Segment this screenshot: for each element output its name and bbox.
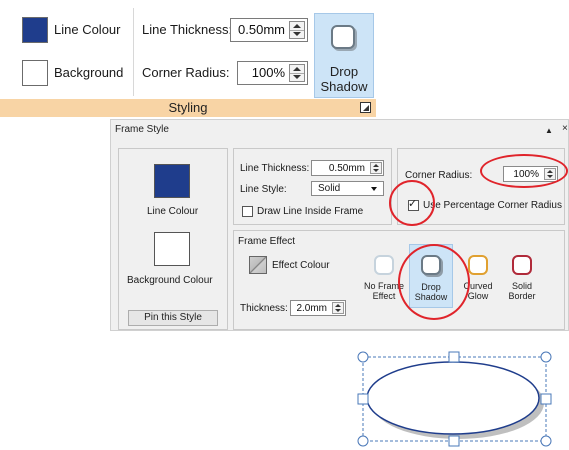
line-settings-group: Line Thickness: 0.50mm Line Style: Solid… <box>233 148 392 225</box>
solid-border-label-2: Border <box>508 291 536 301</box>
corner-radius-highlight-circle <box>480 154 568 188</box>
styling-group-bar: Styling <box>0 99 376 117</box>
draw-inside-checkbox[interactable] <box>242 206 253 217</box>
handle-top[interactable] <box>448 351 460 363</box>
chevron-down-icon[interactable] <box>371 187 377 191</box>
line-colour-label: Line Colour <box>147 206 199 217</box>
handle-top-left[interactable] <box>357 351 369 363</box>
line-thickness-spin-buttons[interactable] <box>289 21 305 39</box>
line-thickness-value: 0.50mm <box>238 22 285 37</box>
solid-border-label-1: Solid <box>511 281 532 291</box>
frame-effect-label: Frame Effect <box>238 236 296 247</box>
handle-bottom-left[interactable] <box>357 435 369 447</box>
thickness-label: Thickness: <box>240 303 288 314</box>
spin-up-icon[interactable] <box>293 24 301 28</box>
colour-group: Line Colour Background Colour Pin this S… <box>118 148 228 330</box>
frame-style-panel: Frame Style ▲ × Line Colour Background C… <box>110 119 569 331</box>
drop-shadow-button[interactable]: Drop Shadow <box>314 13 374 98</box>
handle-bottom[interactable] <box>448 435 460 447</box>
effect-colour-swatch[interactable] <box>249 256 267 274</box>
draw-inside-label: Draw Line Inside Frame <box>257 206 364 217</box>
handle-left[interactable] <box>357 393 369 405</box>
solid-border-effect-button[interactable]: Solid Border <box>500 249 544 309</box>
background-swatch[interactable] <box>22 60 48 86</box>
line-style-value: Solid <box>318 183 341 194</box>
line-colour-swatch[interactable] <box>22 17 48 43</box>
line-style-label: Line Style: <box>240 184 287 195</box>
pin-this-style-button[interactable]: Pin this Style <box>128 310 218 326</box>
effect-thickness-input[interactable]: 2.0mm <box>290 300 346 316</box>
no-frame-label-2: Effect <box>372 291 396 301</box>
curved-glow-effect-icon <box>468 255 488 275</box>
line-thickness-label: Line Thickness: <box>142 22 233 37</box>
ellipse-shape[interactable] <box>366 361 540 435</box>
line-thickness-label: Line Thickness: <box>240 163 310 174</box>
line-thickness-spinbox[interactable]: 0.50mm <box>230 18 308 42</box>
styling-group-label: Styling <box>168 100 208 115</box>
background-colour-label: Background Colour <box>127 275 213 286</box>
spin-down-icon[interactable] <box>293 75 301 79</box>
ribbon-divider <box>133 8 134 96</box>
ellipse-preview <box>357 351 552 447</box>
no-frame-effect-icon <box>374 255 394 275</box>
handle-right[interactable] <box>540 393 552 405</box>
close-icon[interactable]: × <box>562 123 568 134</box>
drop-shadow-highlight-circle <box>398 244 470 320</box>
spin-down-icon[interactable] <box>293 32 301 36</box>
drop-shadow-label-line1: Drop <box>329 64 359 79</box>
use-percentage-label: Use Percentage Corner Radius <box>423 200 562 211</box>
collapse-icon[interactable]: ▲ <box>545 126 553 135</box>
line-thickness-input[interactable]: 0.50mm <box>311 160 384 176</box>
corner-radius-value: 100% <box>251 65 285 80</box>
dialog-launcher-icon[interactable] <box>360 102 371 113</box>
curved-glow-label-2: Glow <box>467 291 489 301</box>
handle-bottom-right[interactable] <box>540 435 552 447</box>
rounded-square-icon <box>331 25 355 49</box>
corner-radius-spin-buttons[interactable] <box>289 64 305 82</box>
effect-thickness-spinner[interactable] <box>332 302 344 314</box>
line-colour-label[interactable]: Line Colour <box>54 22 121 37</box>
line-thickness-spinner[interactable] <box>370 162 382 174</box>
handle-top-right[interactable] <box>540 351 552 363</box>
corner-radius-spinbox[interactable]: 100% <box>237 61 308 85</box>
line-style-dropdown[interactable]: Solid <box>311 181 384 196</box>
effect-thickness-value: 2.0mm <box>296 303 327 314</box>
effect-colour-label: Effect Colour <box>272 260 330 271</box>
background-label[interactable]: Background <box>54 65 123 80</box>
background-colour-swatch-large[interactable] <box>154 232 190 266</box>
checkbox-highlight-circle <box>389 180 435 226</box>
line-colour-swatch-large[interactable] <box>154 164 190 198</box>
line-thickness-value: 0.50mm <box>328 163 365 174</box>
corner-radius-label: Corner Radius: <box>142 65 230 80</box>
solid-border-effect-icon <box>512 255 532 275</box>
drop-shadow-label-line2: Shadow <box>320 79 368 94</box>
styling-ribbon-group: Line Colour Background Line Thickness: 0… <box>0 0 376 117</box>
panel-title: Frame Style <box>115 124 169 135</box>
spin-up-icon[interactable] <box>293 67 301 71</box>
